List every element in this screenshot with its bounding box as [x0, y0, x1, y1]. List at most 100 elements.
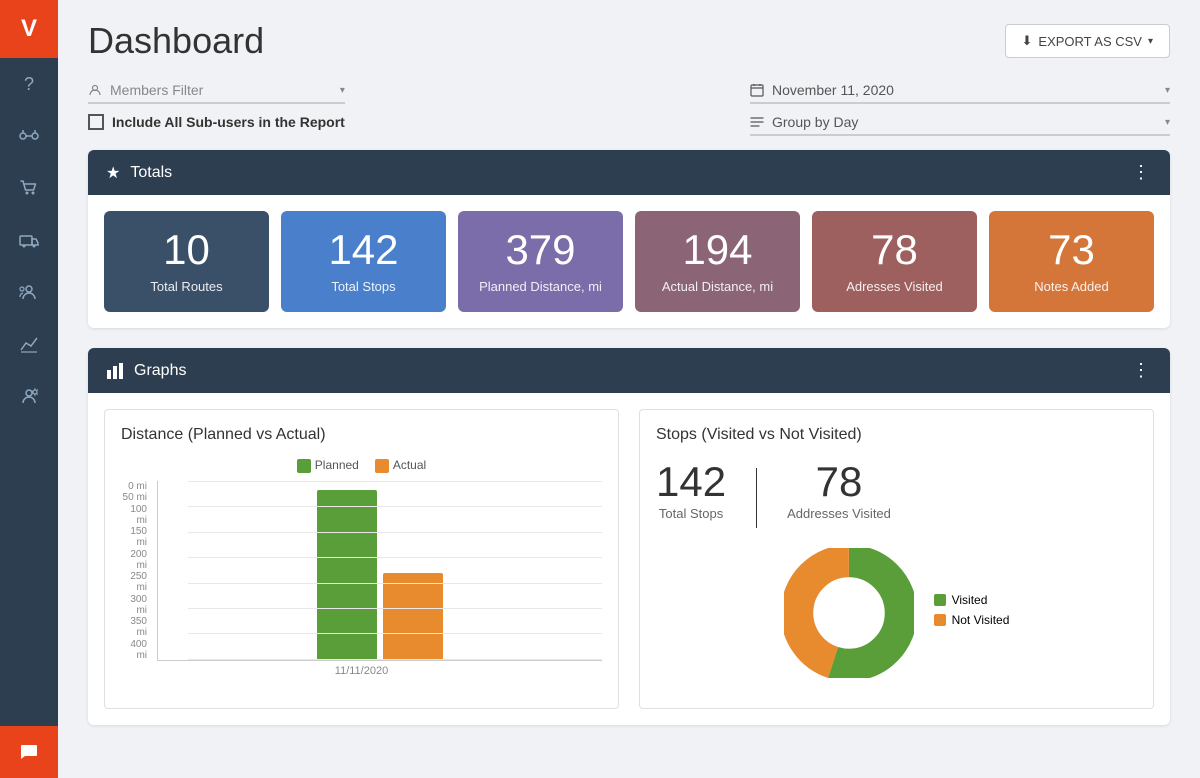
planned-distance-label: Planned Distance, mi [472, 279, 609, 294]
calendar-icon [750, 83, 764, 97]
addresses-visited-value: 78 [826, 229, 963, 271]
team-settings-icon[interactable] [0, 370, 58, 422]
planned-distance-card: 379 Planned Distance, mi [458, 211, 623, 312]
filter-left: Members Filter ▾ Include All Sub-users i… [88, 82, 345, 130]
include-subusers-label: Include All Sub-users in the Report [112, 114, 345, 130]
members-filter-arrow: ▾ [340, 85, 345, 96]
planned-legend: Planned [297, 458, 359, 473]
visited-dot [934, 594, 946, 606]
help-icon[interactable]: ? [0, 58, 58, 110]
date-value: November 11, 2020 [772, 82, 894, 98]
graphs-body: Distance (Planned vs Actual) Planned Act… [88, 393, 1170, 725]
group-by-icon [750, 115, 764, 129]
group-by-label: Group by Day [772, 114, 858, 130]
not-visited-legend-label: Not Visited [952, 613, 1010, 627]
pie-chart-svg [784, 548, 914, 678]
stops-big-num: 142 [656, 458, 726, 506]
app-logo[interactable]: V [0, 0, 58, 58]
graphs-grid: Distance (Planned vs Actual) Planned Act… [104, 409, 1154, 709]
visited-legend-label: Visited [952, 593, 988, 607]
export-chevron-icon: ▾ [1148, 36, 1153, 47]
export-icon: ⬇ [1022, 33, 1033, 49]
star-icon: ★ [106, 163, 120, 183]
actual-distance-label: Actual Distance, mi [649, 279, 786, 294]
pie-legend: Visited Not Visited [934, 593, 1010, 633]
bar-group [188, 490, 572, 660]
filter-right: November 11, 2020 ▾ Group by Day ▾ [750, 82, 1170, 136]
totals-title-text: Totals [130, 164, 172, 182]
graphs-title-text: Graphs [134, 362, 186, 380]
pie-chart-title: Stops (Visited vs Not Visited) [656, 426, 1137, 444]
planned-bar [317, 490, 377, 660]
graphs-panel-header: Graphs ⋮ [88, 348, 1170, 393]
stops-stats: 142 Total Stops 78 Addresses Visited [656, 458, 1137, 528]
addresses-big-num: 78 [787, 458, 891, 506]
header: Dashboard ⬇ EXPORT AS CSV ▾ [88, 20, 1170, 62]
totals-panel: ★ Totals ⋮ 10 Total Routes 142 Total Sto… [88, 150, 1170, 328]
actual-distance-card: 194 Actual Distance, mi [635, 211, 800, 312]
total-routes-label: Total Routes [118, 279, 255, 294]
group-icon[interactable] [0, 266, 58, 318]
total-stops-label: Total Stops [295, 279, 432, 294]
graphs-menu-dots[interactable]: ⋮ [1132, 360, 1152, 381]
chat-icon[interactable] [0, 726, 58, 778]
x-axis-label: 11/11/2020 [121, 665, 602, 677]
planned-distance-value: 379 [472, 229, 609, 271]
bar-chart-title: Distance (Planned vs Actual) [121, 426, 602, 444]
stops-label: Total Stops [656, 506, 726, 521]
totals-panel-header: ★ Totals ⋮ [88, 150, 1170, 195]
group-by-arrow: ▾ [1165, 117, 1170, 128]
bar-chart-legend: Planned Actual [121, 458, 602, 473]
totals-grid: 10 Total Routes 142 Total Stops 379 Plan… [104, 211, 1154, 312]
addresses-label: Addresses Visited [787, 506, 891, 521]
date-filter-arrow: ▾ [1165, 85, 1170, 96]
actual-distance-value: 194 [649, 229, 786, 271]
bar-chart-area-wrapper: 400 mi 350 mi 300 mi 250 mi 200 mi 150 m… [121, 481, 602, 661]
routes-icon[interactable] [0, 110, 58, 162]
truck-icon[interactable] [0, 214, 58, 266]
notes-added-value: 73 [1003, 229, 1140, 271]
include-subusers-row: Include All Sub-users in the Report [88, 114, 345, 130]
total-stops-card: 142 Total Stops [281, 211, 446, 312]
totals-menu-dots[interactable]: ⋮ [1132, 162, 1152, 183]
graphs-panel: Graphs ⋮ Distance (Planned vs Actual) Pl… [88, 348, 1170, 725]
export-csv-button[interactable]: ⬇ EXPORT AS CSV ▾ [1005, 24, 1171, 58]
members-filter-label: Members Filter [110, 82, 203, 98]
graphs-title: Graphs [106, 362, 186, 380]
y-axis-labels: 400 mi 350 mi 300 mi 250 mi 200 mi 150 m… [121, 481, 151, 661]
not-visited-legend-item: Not Visited [934, 613, 1010, 627]
addresses-visited-card: 78 Adresses Visited [812, 211, 977, 312]
main-content: Dashboard ⬇ EXPORT AS CSV ▾ Members Filt… [58, 0, 1200, 778]
cart-icon[interactable] [0, 162, 58, 214]
addresses-stat: 78 Addresses Visited [787, 458, 891, 521]
person-icon [88, 83, 102, 97]
pie-chart-box: Stops (Visited vs Not Visited) 142 Total… [639, 409, 1154, 709]
totals-body: 10 Total Routes 142 Total Stops 379 Plan… [88, 195, 1170, 328]
totals-title: ★ Totals [106, 163, 172, 183]
sidebar: V ? [0, 0, 58, 778]
include-subusers-checkbox[interactable] [88, 114, 104, 130]
notes-added-label: Notes Added [1003, 279, 1140, 294]
bar-chart-box: Distance (Planned vs Actual) Planned Act… [104, 409, 619, 709]
total-stops-value: 142 [295, 229, 432, 271]
not-visited-dot [934, 614, 946, 626]
page-title: Dashboard [88, 20, 264, 62]
actual-bar [383, 573, 443, 660]
bar-chart-area [157, 481, 602, 661]
total-routes-value: 10 [118, 229, 255, 271]
addresses-visited-label: Adresses Visited [826, 279, 963, 294]
group-by-filter[interactable]: Group by Day ▾ [750, 114, 1170, 136]
date-filter[interactable]: November 11, 2020 ▾ [750, 82, 1170, 104]
export-label: EXPORT AS CSV [1038, 34, 1142, 49]
notes-added-card: 73 Notes Added [989, 211, 1154, 312]
members-filter[interactable]: Members Filter ▾ [88, 82, 345, 104]
visited-legend-item: Visited [934, 593, 1010, 607]
total-stops-stat: 142 Total Stops [656, 458, 726, 521]
pie-container: Visited Not Visited [656, 548, 1137, 678]
total-routes-card: 10 Total Routes [104, 211, 269, 312]
actual-legend: Actual [375, 458, 426, 473]
bar-chart-icon [106, 362, 124, 380]
chart-icon[interactable] [0, 318, 58, 370]
filters-row: Members Filter ▾ Include All Sub-users i… [88, 82, 1170, 136]
stat-divider [756, 468, 757, 528]
